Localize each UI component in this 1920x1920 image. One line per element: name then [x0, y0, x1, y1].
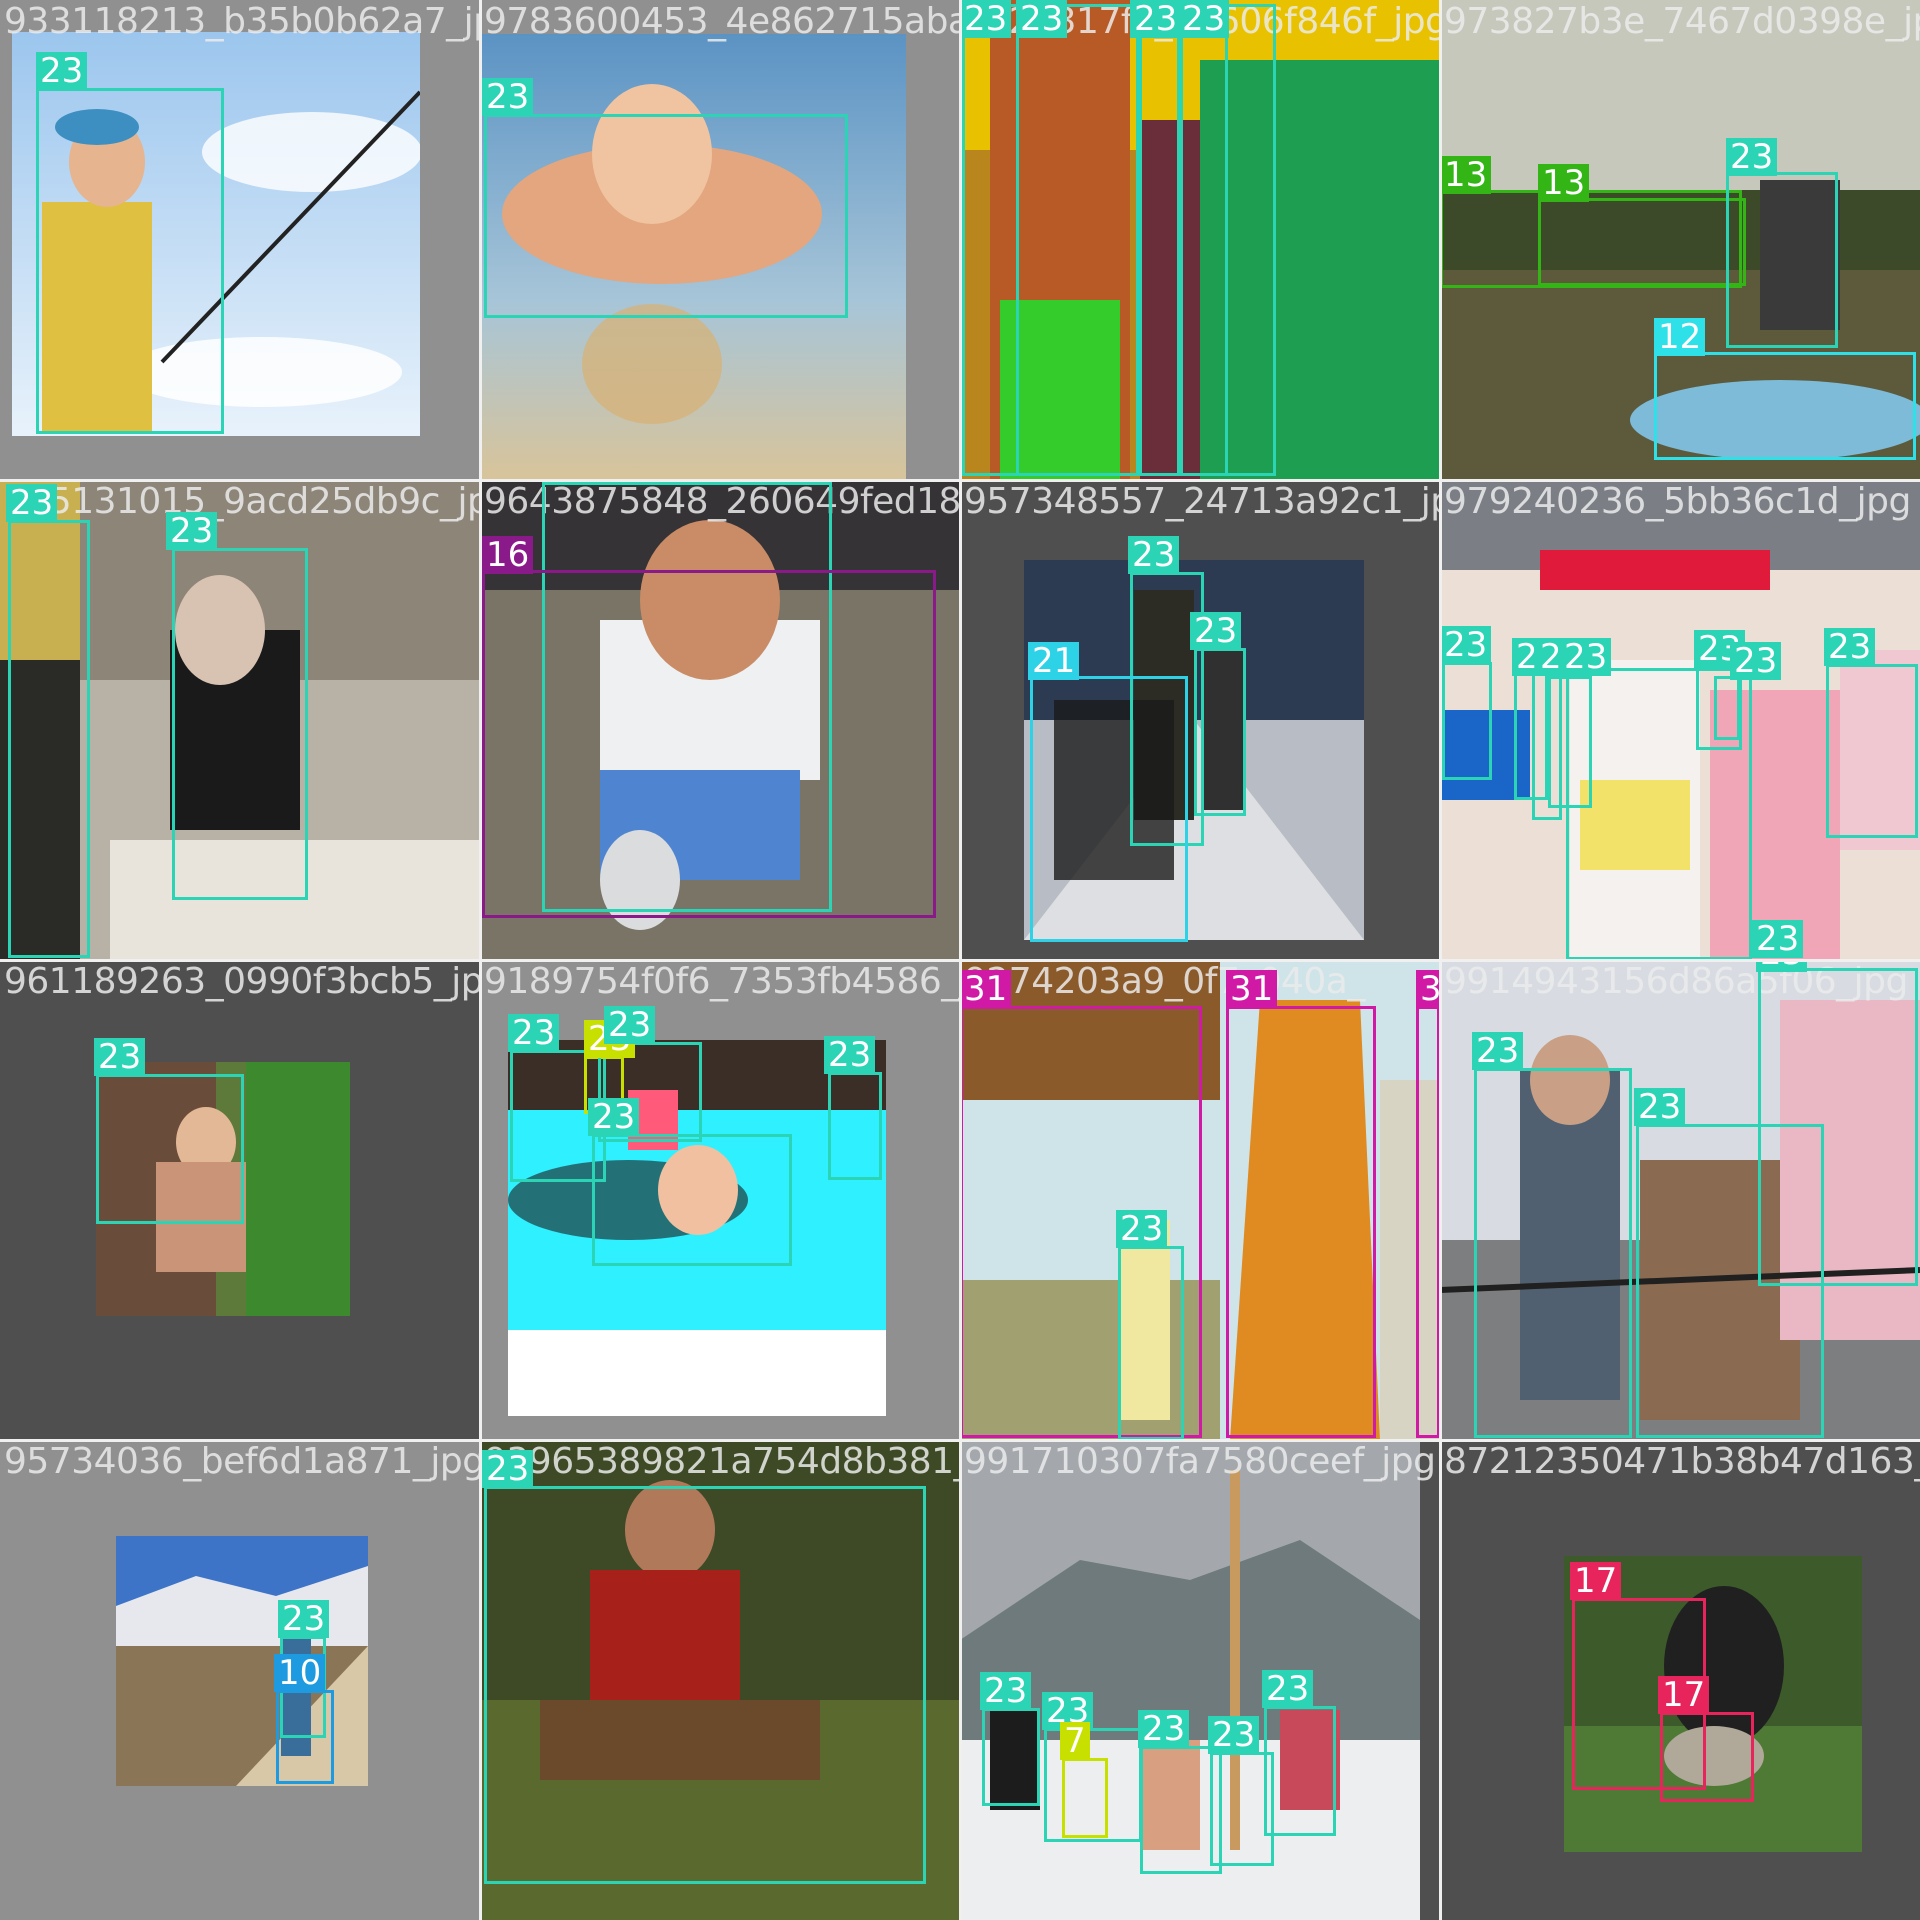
class-label: 23 [1138, 1710, 1190, 1748]
bounding-box[interactable] [484, 1486, 926, 1884]
class-label: 23 [482, 1450, 534, 1488]
class-label: 23 [1726, 138, 1778, 176]
bounding-box[interactable] [1474, 1068, 1632, 1438]
class-label: 23 [1824, 628, 1876, 666]
bounding-box[interactable] [482, 570, 936, 918]
class-label: 17 [1658, 1676, 1710, 1714]
bounding-box[interactable] [36, 88, 224, 434]
class-label: 23 [36, 52, 88, 90]
class-label: 23 [1130, 0, 1182, 38]
filename-label: 9189754f0f6_7353fb4586_jpg [484, 961, 960, 1002]
class-label: 10 [274, 1654, 326, 1692]
class-label: 23 [482, 78, 534, 116]
class-label: 23 [1016, 0, 1068, 38]
class-label: 23 [94, 1038, 146, 1076]
bounding-box[interactable] [1538, 198, 1746, 286]
class-label: 16 [482, 536, 534, 574]
class-label: 23 [1752, 920, 1804, 958]
class-label: 23 [508, 1014, 560, 1052]
bounding-box[interactable] [484, 114, 848, 318]
tile[interactable]: 979240236_5bb36c1d_jpg 23 23 23 23 23 23… [1440, 480, 1920, 960]
class-label: 23 [1262, 1670, 1314, 1708]
bounding-box[interactable] [1826, 664, 1918, 838]
bounding-box[interactable] [1030, 676, 1188, 942]
tile[interactable]: 93965389821a754d8b381_jpg 23 [480, 1440, 960, 1920]
class-label: 13 [1538, 164, 1590, 202]
bounding-box[interactable] [1726, 172, 1838, 348]
bounding-box[interactable] [1062, 1758, 1108, 1838]
grid-divider [0, 479, 1920, 482]
class-label: 23 [1472, 1032, 1524, 1070]
bounding-box[interactable] [276, 1690, 334, 1784]
class-label: 23 [1178, 0, 1230, 38]
tile[interactable]: 9914943156d86a5f06_jpg 23 23 23 [1440, 960, 1920, 1440]
class-label: 31 [1226, 970, 1278, 1008]
bounding-box[interactable] [1264, 1706, 1336, 1836]
bounding-box[interactable] [1118, 1246, 1184, 1440]
bounding-box[interactable] [96, 1074, 244, 1224]
tile[interactable]: 9189754f0f6_7353fb4586_jpg 23 23 23 23 2… [480, 960, 960, 1440]
tile[interactable]: 933118213_b35b0b62a7_jpg 23 [0, 0, 480, 480]
tile[interactable]: 9783600453_4e862715aba_jpg 23 [480, 0, 960, 480]
class-label: 7 [1060, 1722, 1090, 1760]
bounding-box[interactable] [1194, 648, 1246, 816]
class-label: 23 [824, 1036, 876, 1074]
bounding-box[interactable] [1758, 968, 1918, 1286]
bounding-box[interactable] [1660, 1712, 1754, 1802]
grid-divider [0, 959, 1920, 962]
filename-label: 961189263_0990f3bcb5_jpg [4, 961, 480, 1002]
class-label: 23 [1560, 638, 1612, 676]
filename-label: 95734036_bef6d1a871_jpg [4, 1441, 480, 1482]
tile[interactable]: 961189263_0990f3bcb5_jpg 23 [0, 960, 480, 1440]
class-label: 23 [166, 512, 218, 550]
class-label: 23 [1634, 1088, 1686, 1126]
bounding-box[interactable] [172, 548, 308, 900]
mosaic-grid: 933118213_b35b0b62a7_jpg 23 9783600453_4… [0, 0, 1920, 1920]
tile[interactable]: 87212350471b38b47d163_jpg 17 17 [1440, 1440, 1920, 1920]
bounding-box[interactable] [592, 1134, 792, 1266]
class-label: 23 [1208, 1716, 1260, 1754]
tile[interactable]: 95734036_bef6d1a871_jpg 23 10 [0, 1440, 480, 1920]
filename-label: 957348557_24713a92c1_jpg [964, 481, 1440, 522]
tile[interactable]: 9643875848_260649fed18_jpg 23 16 [480, 480, 960, 960]
tile[interactable]: 9625317fe_23606f846f_jpg 23 23 23 23 [960, 0, 1440, 480]
class-label: 21 [1028, 642, 1080, 680]
class-label: 13 [1440, 156, 1492, 194]
bounding-box[interactable] [1180, 4, 1276, 476]
grid-divider [0, 1439, 1920, 1442]
tile[interactable]: 9274203a9_0f7c040a_ 31 31 31 23 [960, 960, 1440, 1440]
class-label: 31 [1416, 970, 1440, 1008]
bounding-box[interactable] [1226, 1006, 1376, 1438]
class-label: 23 [1730, 642, 1782, 680]
filename-label: 87212350471b38b47d163_jpg [1444, 1441, 1920, 1482]
class-label: 23 [604, 1006, 656, 1044]
bounding-box[interactable] [1442, 662, 1492, 780]
tile[interactable]: 973827b3e_7467d0398e_jpg 13 13 23 12 [1440, 0, 1920, 480]
bounding-box[interactable] [982, 1708, 1040, 1806]
tile[interactable]: 935131015_9acd25db9c_jpg 23 23 [0, 480, 480, 960]
bounding-box[interactable] [1416, 1006, 1440, 1438]
bounding-box[interactable] [1654, 352, 1916, 460]
class-label: 23 [278, 1600, 330, 1638]
bounding-box[interactable] [1714, 676, 1740, 740]
class-label: 23 [6, 484, 58, 522]
tile[interactable]: 957348557_24713a92c1_jpg 23 23 21 [960, 480, 1440, 960]
class-label: 23 [960, 0, 1012, 38]
class-label: 23 [1116, 1210, 1168, 1248]
class-label: 17 [1570, 1562, 1622, 1600]
class-label: 23 [1440, 626, 1492, 664]
class-label: 23 [588, 1098, 640, 1136]
class-label: 23 [1190, 612, 1242, 650]
bounding-box[interactable] [8, 520, 90, 958]
class-label: 23 [1128, 536, 1180, 574]
tile[interactable]: 991710307fa7580ceef_jpg 23 23 7 23 23 23 [960, 1440, 1440, 1920]
class-label: 12 [1654, 318, 1706, 356]
bounding-box[interactable] [828, 1072, 882, 1180]
class-label: 23 [980, 1672, 1032, 1710]
class-label: 31 [960, 970, 1012, 1008]
